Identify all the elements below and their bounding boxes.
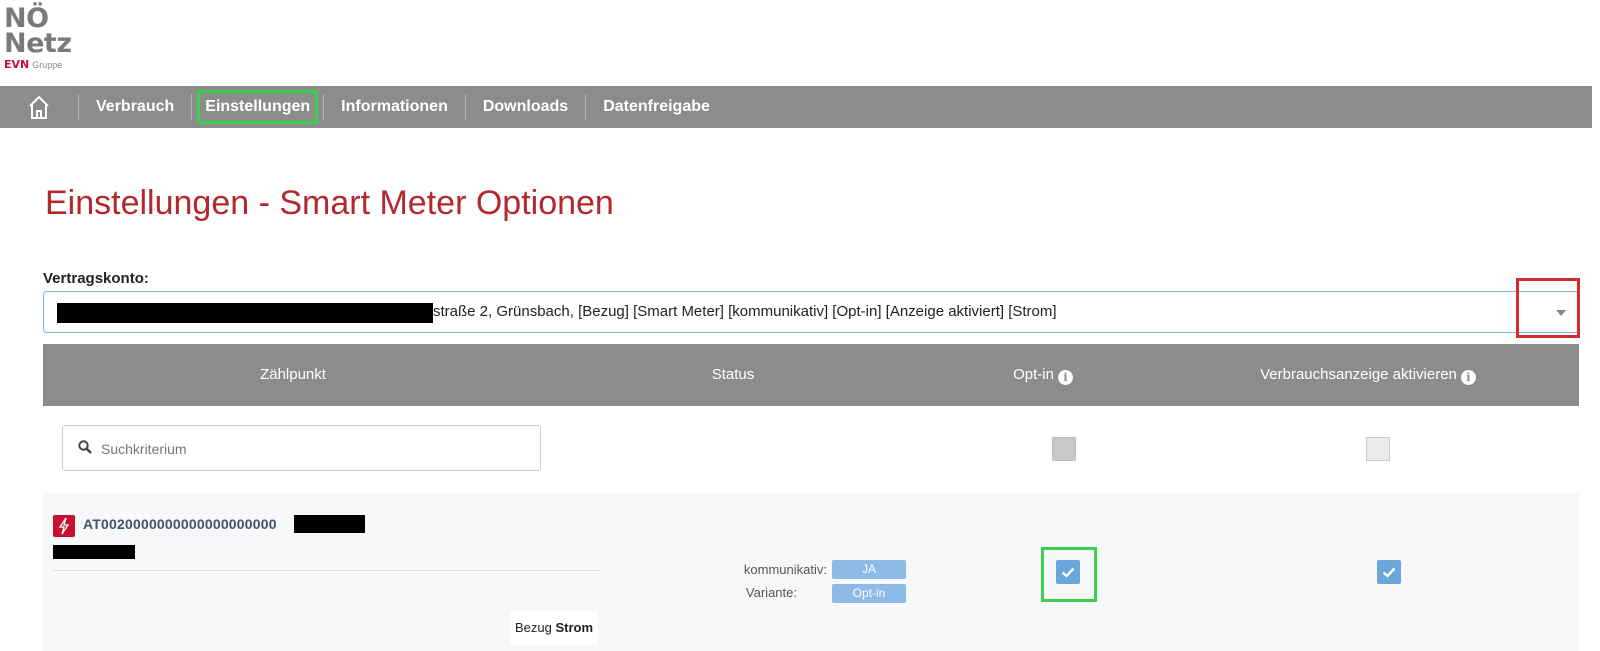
select-all-optin-checkbox[interactable] — [1052, 437, 1076, 461]
header-zaehlpunkt: Zählpunkt — [260, 366, 326, 383]
header-status: Status — [711, 366, 755, 383]
nav-item-informationen[interactable]: Informationen — [324, 86, 465, 128]
table-row: AT0020000000000000000000 kommunikativ: J… — [43, 493, 1579, 651]
logo-subline: EVN Gruppe — [4, 59, 84, 71]
nav-item-verbrauch[interactable]: Verbrauch — [79, 86, 191, 128]
header-optin: Opt-in i — [943, 344, 1143, 406]
filter-row — [43, 406, 1579, 494]
header-optin-label: Opt-in — [1013, 366, 1054, 383]
logo-brand: EVN — [4, 58, 30, 71]
highlight-box-optin — [1041, 547, 1097, 602]
search-input[interactable] — [99, 436, 523, 462]
select-all-verbrauch-checkbox[interactable] — [1366, 437, 1390, 461]
home-icon — [29, 95, 49, 119]
nav-separator — [191, 94, 193, 120]
contract-select[interactable]: straße 2, Grünsbach, [Bezug] [Smart Mete… — [43, 291, 1579, 333]
contract-label: Vertragskonto: — [43, 270, 149, 287]
logo-group: Gruppe — [32, 60, 63, 70]
redaction-bar — [57, 303, 433, 323]
variante-label: Variante: — [745, 585, 797, 600]
variante-badge: Opt-in — [832, 584, 906, 603]
redaction-bar — [294, 515, 365, 533]
table-header: Zählpunkt Status Opt-in i Verbrauchsanzei… — [43, 344, 1579, 406]
verbrauchsanzeige-checkbox[interactable] — [1377, 560, 1401, 584]
kommunikativ-badge: JA — [832, 560, 906, 579]
info-icon[interactable]: i — [1460, 370, 1476, 385]
main-nav: Verbrauch Einstellungen Informationen Do… — [0, 86, 1592, 128]
nav-item-einstellungen[interactable]: Einstellungen — [196, 89, 319, 125]
nav-item-datenfreigabe[interactable]: Datenfreigabe — [586, 86, 727, 128]
meter-id: AT0020000000000000000000 — [83, 516, 277, 532]
noe-netz-logo[interactable]: NÖ Netz EVN Gruppe — [4, 5, 84, 80]
info-icon[interactable]: i — [1057, 370, 1073, 385]
bezug-type-label: Bezug Strom — [510, 611, 598, 645]
header-verbrauch-label: Verbrauchsanzeige aktivieren — [1260, 366, 1457, 383]
search-icon — [78, 440, 92, 454]
checkmark-icon — [1382, 567, 1396, 578]
header-verbrauchsanzeige: Verbrauchsanzeige aktivieren i — [1203, 344, 1533, 406]
highlight-box-dropdown — [1516, 278, 1580, 338]
lightning-bolt-icon — [53, 515, 75, 537]
contract-select-value: straße 2, Grünsbach, [Bezug] [Smart Mete… — [433, 303, 1057, 320]
nav-home[interactable] — [0, 86, 78, 128]
nav-item-downloads[interactable]: Downloads — [466, 86, 585, 128]
page-title: Einstellungen - Smart Meter Optionen — [45, 184, 614, 222]
divider — [53, 570, 599, 571]
kommunikativ-label: kommunikativ: — [743, 562, 827, 577]
bezug-type: Strom — [555, 620, 594, 635]
redaction-bar — [53, 545, 135, 559]
search-field[interactable] — [62, 425, 541, 471]
bezug-prefix: Bezug — [514, 620, 552, 635]
logo-line-2: Netz — [4, 28, 72, 59]
